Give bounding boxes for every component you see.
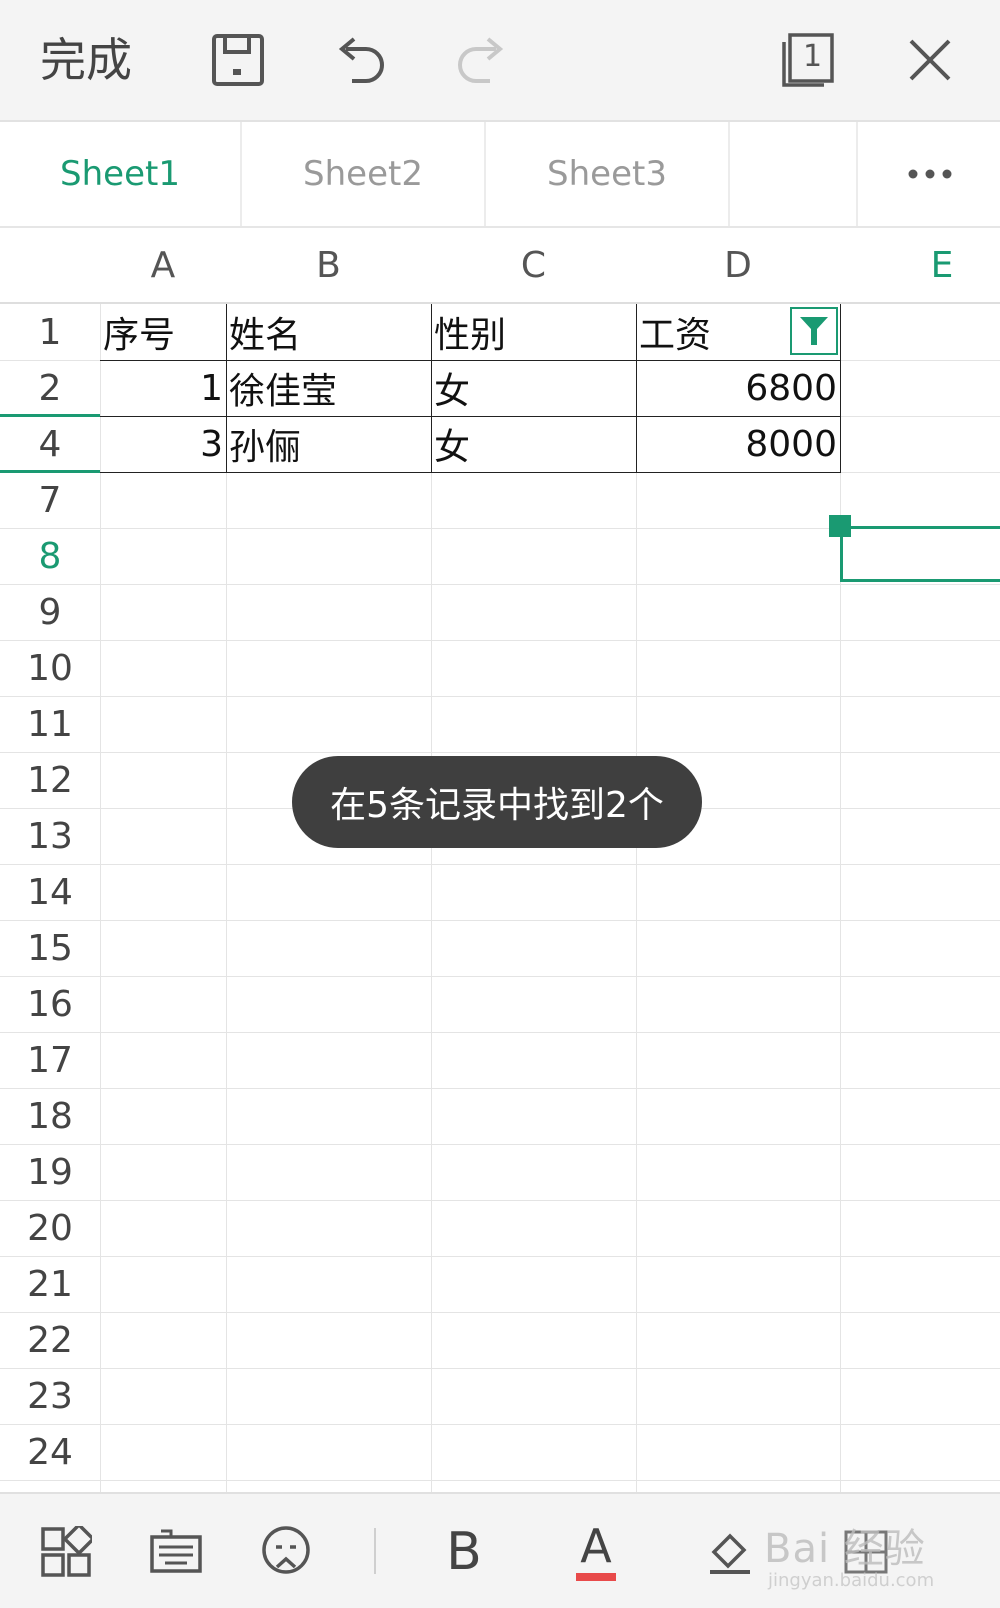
grid-line (0, 864, 1000, 865)
font-color-button[interactable]: A (564, 1520, 628, 1584)
row-header[interactable]: 16 (0, 976, 100, 1032)
row-header[interactable]: 7 (0, 472, 100, 528)
grid-line (0, 584, 1000, 585)
row-header[interactable]: 24 (0, 1424, 100, 1480)
voice-assistant-icon[interactable] (254, 1520, 318, 1584)
grid-line (0, 976, 1000, 977)
row-header[interactable]: 19 (0, 1144, 100, 1200)
row-header[interactable]: 21 (0, 1256, 100, 1312)
tab-sheet1[interactable]: Sheet1 (0, 122, 242, 226)
grid-line (0, 640, 1000, 641)
grid-line (0, 1144, 1000, 1145)
grid-line (636, 304, 637, 1492)
close-icon[interactable] (900, 30, 960, 90)
filtered-row-marker (0, 470, 100, 473)
filter-result-toast: 在5条记录中找到2个 (292, 756, 702, 848)
cell-d4[interactable]: 8000 (636, 416, 840, 472)
column-header-row: A B C D E (0, 228, 1000, 304)
keyboard-icon[interactable] (144, 1520, 208, 1584)
column-header-a[interactable]: A (100, 228, 226, 302)
save-icon[interactable] (208, 30, 268, 90)
cell-c2[interactable]: 女 (431, 360, 636, 416)
filter-icon (800, 317, 828, 345)
grid-line (100, 304, 101, 1492)
grid-line (0, 1032, 1000, 1033)
cell-b1[interactable]: 姓名 (226, 304, 431, 360)
undo-icon[interactable] (330, 30, 390, 90)
cell-c1[interactable]: 性别 (431, 304, 636, 360)
apps-icon[interactable] (34, 1520, 98, 1584)
font-color-label: A (580, 1519, 612, 1573)
row-header[interactable]: 23 (0, 1368, 100, 1424)
row-header[interactable]: 18 (0, 1088, 100, 1144)
cell-b4[interactable]: 孙俪 (226, 416, 431, 472)
more-tabs-button[interactable] (856, 122, 1000, 226)
grid-line (0, 1312, 1000, 1313)
column-header-e[interactable]: E (840, 228, 1000, 302)
grid-line (0, 1088, 1000, 1089)
font-color-swatch (576, 1573, 616, 1581)
cell-b2[interactable]: 徐佳莹 (226, 360, 431, 416)
cell-d1[interactable]: 工资 (636, 304, 786, 360)
grid-line (0, 1480, 1000, 1481)
column-header-b[interactable]: B (226, 228, 431, 302)
done-button[interactable]: 完成 (40, 30, 132, 90)
grid-line (226, 304, 227, 1492)
grid-line (0, 752, 1000, 753)
more-icon (908, 169, 952, 179)
grid-line (0, 1200, 1000, 1201)
row-header[interactable]: 2 (0, 360, 100, 416)
row-header[interactable]: 4 (0, 416, 100, 472)
row-header[interactable]: 1 (0, 304, 100, 360)
row-header[interactable]: 22 (0, 1312, 100, 1368)
redo-icon[interactable] (452, 30, 512, 90)
grid-line (0, 1256, 1000, 1257)
baidu-watermark: Bai 经验 (764, 1526, 926, 1572)
row-header[interactable]: 15 (0, 920, 100, 976)
top-toolbar: 完成 1 (0, 0, 1000, 122)
fill-color-icon[interactable] (698, 1520, 762, 1584)
row-header[interactable]: 12 (0, 752, 100, 808)
grid-line (0, 1424, 1000, 1425)
spreadsheet-grid[interactable]: A B C D E 1 2 4 7 8 9 10 11 12 13 14 15 … (0, 228, 1000, 1492)
cell-a4[interactable]: 3 (100, 416, 226, 472)
row-header[interactable]: 11 (0, 696, 100, 752)
cell-d2[interactable]: 6800 (636, 360, 840, 416)
filter-button[interactable] (790, 307, 838, 355)
baidu-watermark-url: jingyan.baidu.com (768, 1570, 935, 1591)
bottom-toolbar: B A Bai 经验 jingyan.baidu.com (0, 1492, 1000, 1608)
bold-button[interactable]: B (432, 1520, 496, 1584)
selection-handle[interactable] (829, 515, 851, 537)
cell-a2[interactable]: 1 (100, 360, 226, 416)
sheet-tab-bar: Sheet1 Sheet2 Sheet3 (0, 122, 1000, 228)
filtered-row-marker (0, 414, 100, 417)
selected-cell-e8[interactable] (840, 526, 1000, 582)
row-header[interactable]: 8 (0, 528, 100, 584)
window-count: 1 (803, 39, 823, 74)
grid-line (431, 304, 432, 1492)
column-header-c[interactable]: C (431, 228, 636, 302)
row-header[interactable]: 20 (0, 1200, 100, 1256)
grid-line (0, 1368, 1000, 1369)
row-header[interactable]: 17 (0, 1032, 100, 1088)
toolbar-divider (374, 1528, 376, 1574)
column-header-d[interactable]: D (636, 228, 840, 302)
cell-c4[interactable]: 女 (431, 416, 636, 472)
tab-sheet3[interactable]: Sheet3 (486, 122, 730, 226)
grid-line (840, 304, 841, 1492)
cell-a1[interactable]: 序号 (100, 304, 226, 360)
grid-line (0, 696, 1000, 697)
window-switch-icon[interactable]: 1 (778, 30, 838, 90)
row-header[interactable]: 9 (0, 584, 100, 640)
row-header[interactable]: 13 (0, 808, 100, 864)
row-header[interactable]: 10 (0, 640, 100, 696)
row-header[interactable]: 14 (0, 864, 100, 920)
tab-sheet2[interactable]: Sheet2 (242, 122, 486, 226)
grid-line (0, 920, 1000, 921)
